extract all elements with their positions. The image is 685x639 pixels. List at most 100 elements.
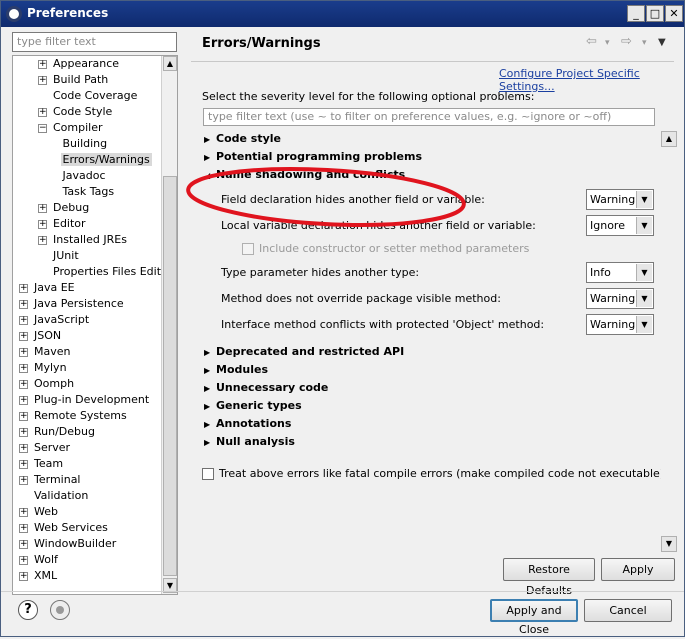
treat-errors-option[interactable]: Treat above errors like fatal compile er… (202, 467, 664, 480)
close-button[interactable]: ✕ (665, 5, 683, 22)
view-menu-icon[interactable]: ▼ (658, 37, 666, 48)
scroll-down-icon[interactable]: ▼ (661, 536, 677, 552)
method-override-select[interactable]: Warning ▼ (586, 288, 654, 309)
scroll-thumb[interactable] (163, 176, 177, 576)
expand-icon[interactable]: + (38, 219, 47, 229)
content-scrollbar[interactable]: ▲ ▼ (661, 131, 677, 552)
tree-item[interactable]: + Debug (38, 200, 91, 216)
expand-icon[interactable]: + (19, 459, 28, 469)
include-ctor-checkbox[interactable] (242, 243, 254, 255)
tree-item[interactable]: Javadoc (48, 168, 108, 184)
tree-item[interactable]: + Installed JREs (38, 232, 129, 248)
dropdown-arrow-icon[interactable]: ▼ (636, 316, 652, 333)
section-potential-problems[interactable]: ▶ Potential programming problems (204, 150, 422, 163)
expand-icon[interactable]: + (38, 203, 47, 213)
expand-icon[interactable]: + (38, 107, 47, 117)
back-arrow-icon[interactable]: ⇦ (586, 34, 597, 49)
collapse-icon[interactable]: − (38, 123, 47, 133)
apply-button[interactable]: Apply (601, 558, 675, 581)
expand-icon[interactable]: + (19, 571, 28, 581)
tree-item[interactable]: Validation (19, 488, 90, 504)
dropdown-arrow-icon[interactable]: ▼ (636, 264, 652, 281)
section-annotations[interactable]: ▶ Annotations (204, 417, 291, 430)
tree-item[interactable]: + Maven (19, 344, 72, 360)
back-menu-icon[interactable]: ▾ (605, 38, 610, 48)
dropdown-arrow-icon[interactable]: ▼ (636, 290, 652, 307)
expand-icon[interactable]: + (19, 523, 28, 533)
severity-filter-input[interactable]: type filter text (use ~ to filter on pre… (203, 108, 655, 126)
help-icon[interactable]: ? (18, 600, 38, 620)
expand-icon[interactable]: + (19, 427, 28, 437)
expand-icon[interactable]: + (19, 299, 28, 309)
tree-item[interactable]: − Compiler (38, 120, 105, 136)
tree-item[interactable]: + WindowBuilder (19, 536, 118, 552)
restore-defaults-button[interactable]: Restore Defaults (503, 558, 595, 597)
scroll-up-icon[interactable]: ▲ (661, 131, 677, 147)
expand-icon[interactable]: + (19, 315, 28, 325)
type-param-select[interactable]: Info ▼ (586, 262, 654, 283)
apply-and-close-button[interactable]: Apply and Close (490, 599, 578, 636)
scroll-up-icon[interactable]: ▲ (163, 56, 177, 71)
tree-item[interactable]: + XML (19, 568, 59, 584)
expand-icon[interactable]: + (38, 235, 47, 245)
expand-icon[interactable]: + (38, 59, 47, 69)
tree-item[interactable]: Code Coverage (38, 88, 139, 104)
section-code-style[interactable]: ▶ Code style (204, 132, 281, 145)
tree-item[interactable]: + Web (19, 504, 60, 520)
tree-item[interactable]: JUnit (38, 248, 81, 264)
expand-icon[interactable]: + (19, 443, 28, 453)
section-generic[interactable]: ▶ Generic types (204, 399, 302, 412)
tree-item[interactable]: + Code Style (38, 104, 114, 120)
section-null[interactable]: ▶ Null analysis (204, 435, 295, 448)
include-ctor-option[interactable]: Include constructor or setter method par… (242, 242, 529, 255)
expand-icon[interactable]: + (19, 539, 28, 549)
section-modules[interactable]: ▶ Modules (204, 363, 268, 376)
tree-item[interactable]: + Run/Debug (19, 424, 97, 440)
minimize-button[interactable]: _ (627, 5, 645, 22)
tree-item[interactable]: + Mylyn (19, 360, 69, 376)
tree-item[interactable]: + Wolf (19, 552, 60, 568)
tree-item[interactable]: + Appearance (38, 56, 121, 72)
tree-item[interactable]: Properties Files Editor (38, 264, 174, 280)
tree-item[interactable]: + Editor (38, 216, 88, 232)
section-deprecated[interactable]: ▶ Deprecated and restricted API (204, 345, 404, 358)
tree-item[interactable]: + JSON (19, 328, 63, 344)
tree-item[interactable]: + Remote Systems (19, 408, 129, 424)
cancel-button[interactable]: Cancel (584, 599, 672, 622)
local-hides-select[interactable]: Ignore ▼ (586, 215, 654, 236)
expand-icon[interactable]: + (19, 475, 28, 485)
tree-item[interactable]: + Server (19, 440, 72, 456)
section-unnecessary[interactable]: ▶ Unnecessary code (204, 381, 328, 394)
interface-conflict-select[interactable]: Warning ▼ (586, 314, 654, 335)
expand-icon[interactable]: + (19, 555, 28, 565)
expand-icon[interactable]: + (19, 363, 28, 373)
tree-item[interactable]: + Terminal (19, 472, 83, 488)
tree-item[interactable]: Errors/Warnings (48, 152, 152, 168)
dropdown-arrow-icon[interactable]: ▼ (636, 217, 652, 234)
title-bar[interactable]: Preferences _ □ ✕ (1, 1, 684, 27)
field-hides-select[interactable]: Warning ▼ (586, 189, 654, 210)
tree-item[interactable]: Task Tags (48, 184, 117, 200)
dropdown-arrow-icon[interactable]: ▼ (636, 191, 652, 208)
tree-item[interactable]: + Java Persistence (19, 296, 126, 312)
expand-icon[interactable]: + (19, 283, 28, 293)
expand-icon[interactable]: + (38, 75, 47, 85)
tree-item[interactable]: + Oomph (19, 376, 76, 392)
expand-icon[interactable]: + (19, 395, 28, 405)
maximize-button[interactable]: □ (646, 5, 664, 22)
tree-item[interactable]: + Web Services (19, 520, 110, 536)
expand-icon[interactable]: + (19, 331, 28, 341)
tree-item[interactable]: + Team (19, 456, 65, 472)
tree-filter-input[interactable]: type filter text (12, 32, 177, 52)
forward-arrow-icon[interactable]: ⇨ (621, 34, 632, 49)
record-icon[interactable] (50, 600, 70, 620)
tree-item[interactable]: + Build Path (38, 72, 110, 88)
tree-scrollbar[interactable]: ▲ ▼ (161, 56, 177, 594)
section-name-shadowing[interactable]: ◢ Name shadowing and conflicts (204, 168, 405, 181)
forward-menu-icon[interactable]: ▾ (642, 38, 647, 48)
expand-icon[interactable]: + (19, 507, 28, 517)
tree-item[interactable]: + Java EE (19, 280, 77, 296)
expand-icon[interactable]: + (19, 379, 28, 389)
tree-item[interactable]: + Plug-in Development (19, 392, 151, 408)
expand-icon[interactable]: + (19, 411, 28, 421)
